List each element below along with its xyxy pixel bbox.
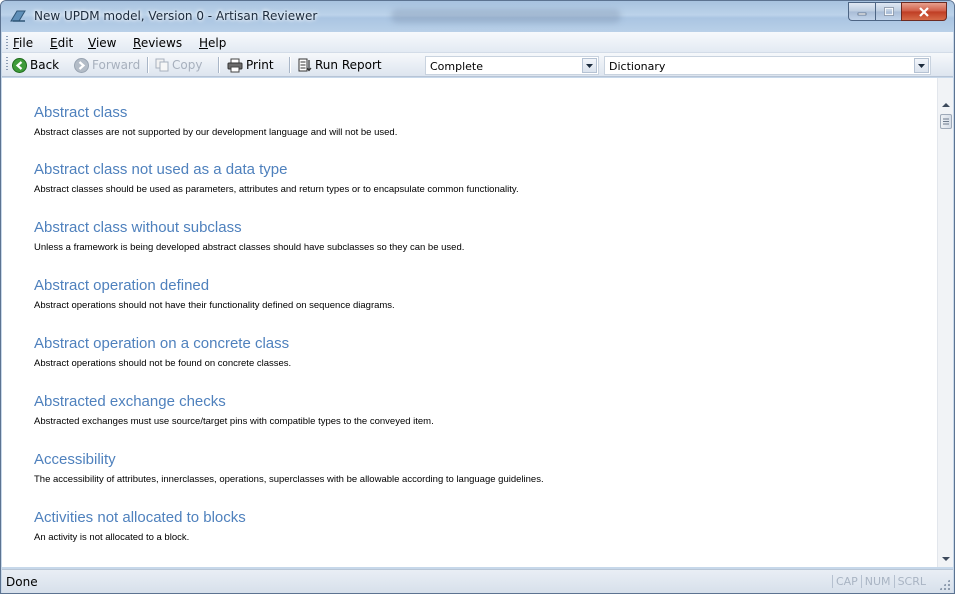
- rule-entry: Abstract class Abstract classes are not …: [34, 104, 397, 138]
- rule-description: Abstract classes are not supported by ou…: [34, 127, 398, 138]
- rule-entry: Abstract operation on a concrete class A…: [34, 335, 291, 369]
- rule-description: Abstract operations should not have thei…: [34, 300, 395, 311]
- scroll-lock-indicator: SCRL: [893, 575, 929, 588]
- toolbar: Back Forward Copy Print Run Report Compl…: [2, 53, 953, 77]
- print-label: Print: [246, 58, 274, 72]
- maximize-icon: [883, 7, 894, 16]
- rule-description: Abstract classes should be used as param…: [34, 184, 519, 195]
- menu-grip[interactable]: [6, 36, 8, 49]
- toolbar-separator: [147, 57, 148, 73]
- menu-view[interactable]: View: [88, 36, 116, 50]
- rule-entry: Abstract class without subclass Unless a…: [34, 219, 464, 253]
- app-icon[interactable]: [10, 9, 26, 23]
- title-bar[interactable]: New UPDM model, Version 0 - Artisan Revi…: [1, 1, 954, 32]
- close-button[interactable]: [901, 2, 947, 21]
- copy-icon: [155, 58, 169, 72]
- rule-entry: Activities not allocated to blocks An ac…: [34, 509, 246, 543]
- run-report-icon: [298, 58, 312, 72]
- toolbar-grip[interactable]: [6, 57, 8, 70]
- copy-button[interactable]: Copy: [155, 56, 202, 74]
- status-text: Done: [6, 575, 38, 589]
- menu-reviews[interactable]: Reviews: [133, 36, 182, 50]
- menu-bar: File Edit View Reviews Help: [2, 32, 953, 53]
- rule-title[interactable]: Accessibility: [34, 451, 544, 468]
- minimize-button[interactable]: [848, 2, 875, 21]
- menu-edit[interactable]: Edit: [50, 36, 73, 50]
- rule-title[interactable]: Abstract class not used as a data type: [34, 161, 519, 178]
- scroll-up-icon[interactable]: [941, 100, 951, 110]
- toolbar-separator: [218, 57, 219, 73]
- title-bar-blur: [391, 9, 621, 23]
- rule-description: Unless a framework is being developed ab…: [34, 242, 465, 253]
- menu-file[interactable]: File: [13, 36, 33, 50]
- menu-help[interactable]: Help: [199, 36, 226, 50]
- copy-label: Copy: [172, 58, 203, 72]
- report-select-value: Dictionary: [609, 60, 666, 73]
- report-content[interactable]: Abstract class Abstract classes are not …: [2, 78, 937, 567]
- back-label: Back: [30, 58, 60, 72]
- rule-entry: Abstracted exchange checks Abstracted ex…: [34, 393, 434, 427]
- back-button[interactable]: Back: [12, 56, 59, 74]
- back-arrow-icon: [12, 57, 27, 73]
- app-window: New UPDM model, Version 0 - Artisan Revi…: [0, 0, 955, 594]
- status-indicators: CAP NUM SCRL: [831, 575, 929, 588]
- rule-title[interactable]: Abstract class without subclass: [34, 219, 464, 236]
- filter-select-value: Complete: [430, 60, 484, 73]
- toolbar-separator: [289, 57, 290, 73]
- printer-icon: [227, 58, 243, 72]
- report-dropdown-button[interactable]: [914, 58, 929, 73]
- rule-title[interactable]: Activities not allocated to blocks: [34, 509, 246, 526]
- print-button[interactable]: Print: [227, 56, 274, 74]
- filter-dropdown-button[interactable]: [582, 58, 597, 73]
- rule-entry: Abstract operation defined Abstract oper…: [34, 277, 395, 311]
- rule-entry: Accessibility The accessibility of attri…: [34, 451, 544, 485]
- forward-button[interactable]: Forward: [74, 56, 140, 74]
- rule-description: The accessibility of attributes, innercl…: [34, 474, 544, 485]
- thumb-grip-icon: [943, 118, 949, 125]
- rule-description: An activity is not allocated to a block.: [34, 532, 190, 543]
- scroll-down-icon[interactable]: [941, 554, 951, 564]
- caps-lock-indicator: CAP: [831, 575, 861, 588]
- rule-entry: Abstract class not used as a data type A…: [34, 161, 519, 195]
- rule-title[interactable]: Abstract class: [34, 104, 397, 121]
- run-report-label: Run Report: [315, 58, 382, 72]
- num-lock-indicator: NUM: [860, 575, 894, 588]
- filter-select[interactable]: Complete: [425, 56, 599, 75]
- minimize-icon: [857, 12, 867, 15]
- status-bar: Done CAP NUM SCRL: [2, 569, 953, 593]
- report-select[interactable]: Dictionary: [604, 56, 931, 75]
- chevron-down-icon: [586, 63, 593, 68]
- maximize-button[interactable]: [875, 2, 901, 21]
- vertical-scrollbar[interactable]: [937, 78, 953, 567]
- run-report-button[interactable]: Run Report: [298, 56, 382, 74]
- scrollbar-thumb[interactable]: [940, 114, 952, 129]
- rule-description: Abstract operations should not be found …: [34, 358, 292, 369]
- caption-buttons: [848, 2, 947, 21]
- close-icon: [919, 6, 929, 17]
- resize-grip[interactable]: [939, 579, 950, 590]
- rule-title[interactable]: Abstract operation on a concrete class: [34, 335, 291, 352]
- window-title: New UPDM model, Version 0 - Artisan Revi…: [34, 9, 318, 23]
- forward-label: Forward: [92, 58, 141, 72]
- forward-arrow-icon: [74, 57, 89, 73]
- rule-title[interactable]: Abstracted exchange checks: [34, 393, 434, 410]
- rule-description: Abstracted exchanges must use source/tar…: [34, 416, 434, 427]
- chevron-down-icon: [918, 63, 925, 68]
- rule-title[interactable]: Abstract operation defined: [34, 277, 395, 294]
